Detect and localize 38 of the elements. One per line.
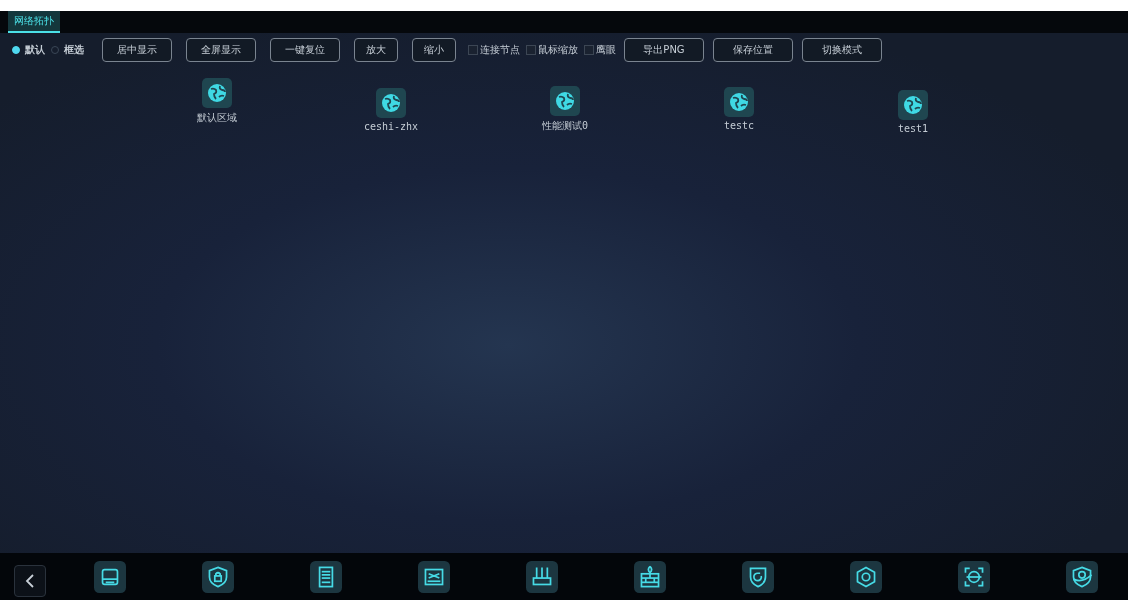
toolbar-button[interactable]: 导出PNG [624, 38, 704, 62]
shield-lock-icon[interactable] [202, 561, 234, 593]
toolbar-button[interactable]: 一键复位 [270, 38, 340, 62]
radio-option[interactable]: 框选 [51, 43, 84, 57]
shield-globe-icon[interactable] [1066, 561, 1098, 593]
tab[interactable]: 网络拓扑 [8, 11, 60, 33]
checkbox-icon[interactable] [526, 45, 536, 55]
back-button[interactable] [14, 565, 46, 597]
brick-wall-icon[interactable] [634, 561, 666, 593]
checkbox-option[interactable]: 连接节点 [468, 43, 520, 57]
globe-icon[interactable] [724, 87, 754, 117]
scan-icon[interactable] [958, 561, 990, 593]
router-icon[interactable] [526, 561, 558, 593]
toolbar-button[interactable]: 放大 [354, 38, 398, 62]
switch-icon[interactable] [418, 561, 450, 593]
node-label: ceshi-zhx [363, 121, 419, 132]
toolbar-button[interactable]: 全屏显示 [186, 38, 256, 62]
node-label: testc [723, 120, 755, 131]
toolbar-button[interactable]: 居中显示 [102, 38, 172, 62]
globe-icon[interactable] [202, 78, 232, 108]
checkbox-icon[interactable] [584, 45, 594, 55]
globe-icon[interactable] [376, 88, 406, 118]
chevron-left-icon [25, 574, 35, 588]
toolbar-button[interactable]: 缩小 [412, 38, 456, 62]
node-label: 性能测试0 [542, 119, 588, 133]
checkbox-option[interactable]: 鹰眼 [584, 43, 616, 57]
checkbox-icon[interactable] [468, 45, 478, 55]
globe-icon[interactable] [550, 86, 580, 116]
shield-refresh-icon[interactable] [742, 561, 774, 593]
node-label: 默认区域 [197, 111, 237, 125]
toolbar-button[interactable]: 切换模式 [802, 38, 882, 62]
globe-icon[interactable] [898, 90, 928, 120]
server-icon[interactable] [94, 561, 126, 593]
checkbox-option[interactable]: 鼠标缩放 [526, 43, 578, 57]
toolbar-button[interactable]: 保存位置 [713, 38, 793, 62]
rack-icon[interactable] [310, 561, 342, 593]
radio-option[interactable]: 默认 [12, 43, 45, 57]
node-label: test1 [897, 123, 929, 134]
